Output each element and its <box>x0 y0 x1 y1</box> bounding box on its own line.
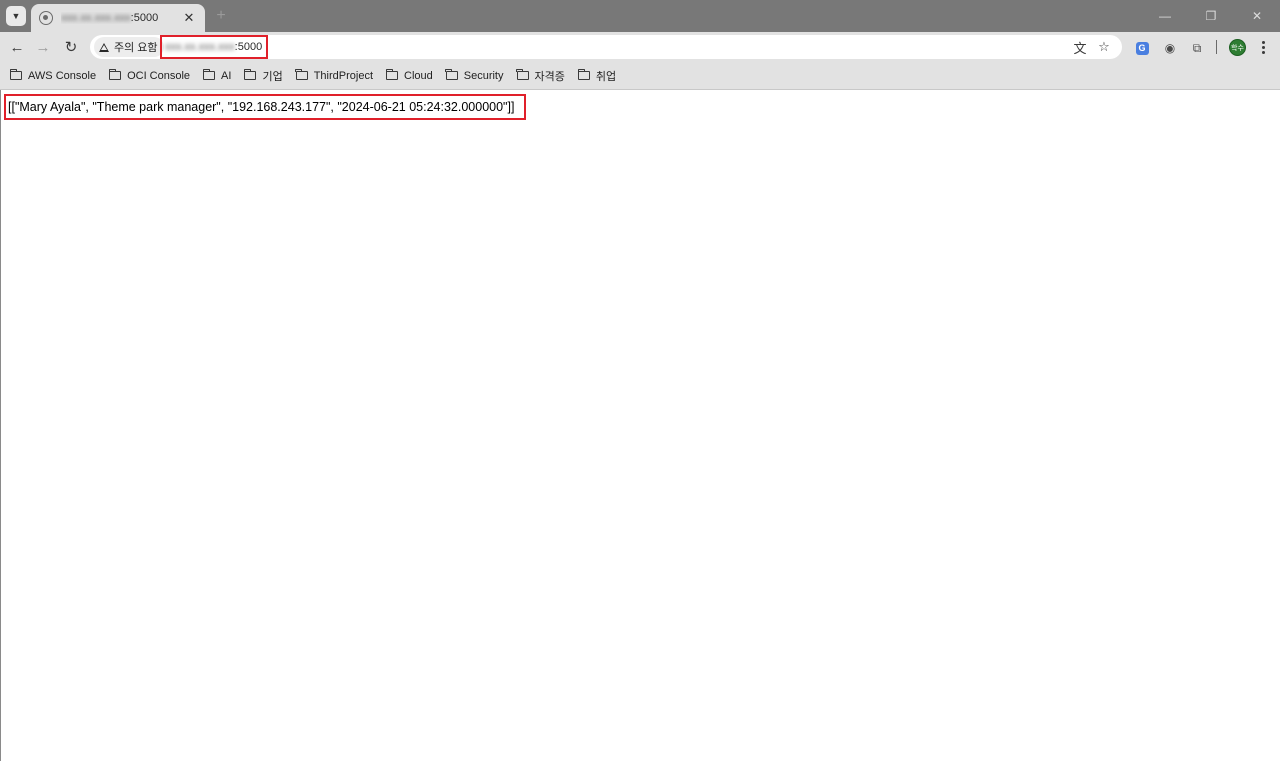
address-bar[interactable]: 주의 요함 xxx.xx.xxx.xxx:5000 文 ☆ <box>90 35 1122 59</box>
bookmark-star-icon[interactable]: ☆ <box>1096 39 1112 55</box>
google-translate-extension-icon[interactable]: G <box>1133 39 1151 57</box>
folder-icon <box>445 69 458 80</box>
bookmark-label: AWS Console <box>28 69 97 82</box>
toolbar-divider <box>1216 40 1217 54</box>
page-content: [["Mary Ayala", "Theme park manager", "1… <box>0 90 1280 761</box>
bookmark-oci-console[interactable]: OCI Console <box>108 65 195 87</box>
security-chip-label: 주의 요함 <box>114 42 158 54</box>
tab-title-port: :5000 <box>130 12 159 24</box>
bookmark-label: 기업 <box>262 70 283 83</box>
close-tab-icon[interactable]: ✕ <box>181 10 197 26</box>
camera-icon[interactable]: ◉ <box>1161 39 1179 57</box>
folder-icon <box>244 69 257 80</box>
folder-icon <box>108 69 122 80</box>
window-controls: — ❐ ✕ <box>1142 0 1280 32</box>
bookmarks-bar: AWS Console OCI Console AI 기업 ThirdProje… <box>0 62 1280 90</box>
google-translate-badge: G <box>1135 41 1149 55</box>
folder-icon <box>9 69 22 80</box>
close-window-button[interactable]: ✕ <box>1234 0 1280 32</box>
active-tab[interactable]: xxx.xx.xxx.xxx:5000 ✕ <box>31 4 205 32</box>
warning-icon <box>99 42 109 52</box>
folder-icon <box>577 69 590 80</box>
bookmark-label: Cloud <box>404 69 433 82</box>
bookmark-label: OCI Console <box>127 69 191 82</box>
reload-button[interactable]: ↻ <box>59 35 83 59</box>
folder-icon <box>202 69 216 80</box>
url-host: xxx.xx.xxx.xxx <box>165 41 235 53</box>
json-response-text: [["Mary Ayala", "Theme park manager", "1… <box>4 94 527 120</box>
folder-icon <box>516 69 529 80</box>
bookmark-company[interactable]: 기업 <box>244 65 287 87</box>
bookmark-security[interactable]: Security <box>445 65 509 87</box>
url-text[interactable]: xxx.xx.xxx.xxx:5000 <box>160 35 268 59</box>
bookmark-label: ThirdProject <box>313 69 373 82</box>
bookmark-label: AI <box>221 69 232 82</box>
bookmark-certification[interactable]: 자격증 <box>516 65 570 87</box>
globe-icon <box>39 11 53 25</box>
back-button[interactable]: ← <box>5 35 29 59</box>
bookmark-aws-console[interactable]: AWS Console <box>9 65 101 87</box>
tab-search-button[interactable]: ▼ <box>6 6 26 26</box>
minimize-button[interactable]: — <box>1142 0 1188 32</box>
url-port: :5000 <box>234 41 263 53</box>
tab-strip: ▼ xxx.xx.xxx.xxx:5000 ✕ + — ❐ ✕ <box>0 0 1280 32</box>
folder-icon <box>385 69 398 80</box>
bookmark-thirdproject[interactable]: ThirdProject <box>295 65 378 87</box>
bookmark-label: 자격증 <box>534 70 565 83</box>
bookmark-cloud[interactable]: Cloud <box>385 65 438 87</box>
tab-title-host: xxx.xx.xxx.xxx <box>61 12 131 24</box>
security-chip[interactable]: 주의 요함 <box>94 37 164 57</box>
bookmark-label: 취업 <box>595 70 617 83</box>
restore-button[interactable]: ❐ <box>1188 0 1234 32</box>
profile-avatar[interactable]: 학수 <box>1229 39 1246 56</box>
bookmark-employment[interactable]: 취업 <box>577 65 621 87</box>
folder-icon <box>295 69 308 80</box>
chevron-down-icon: ▼ <box>11 11 21 21</box>
browser-toolbar: ← → ↻ 주의 요함 xxx.xx.xxx.xxx:5000 文 ☆ <box>0 32 1280 62</box>
new-tab-button[interactable]: + <box>211 6 231 26</box>
browser-menu-icon[interactable] <box>1256 39 1270 56</box>
tab-title: xxx.xx.xxx.xxx:5000 <box>61 12 181 24</box>
extensions-puzzle-icon[interactable]: ⧉ <box>1188 39 1206 57</box>
bookmark-ai[interactable]: AI <box>202 65 236 87</box>
forward-button[interactable]: → <box>31 35 55 59</box>
translate-icon[interactable]: 文 <box>1072 39 1088 56</box>
bookmark-label: Security <box>463 69 504 82</box>
